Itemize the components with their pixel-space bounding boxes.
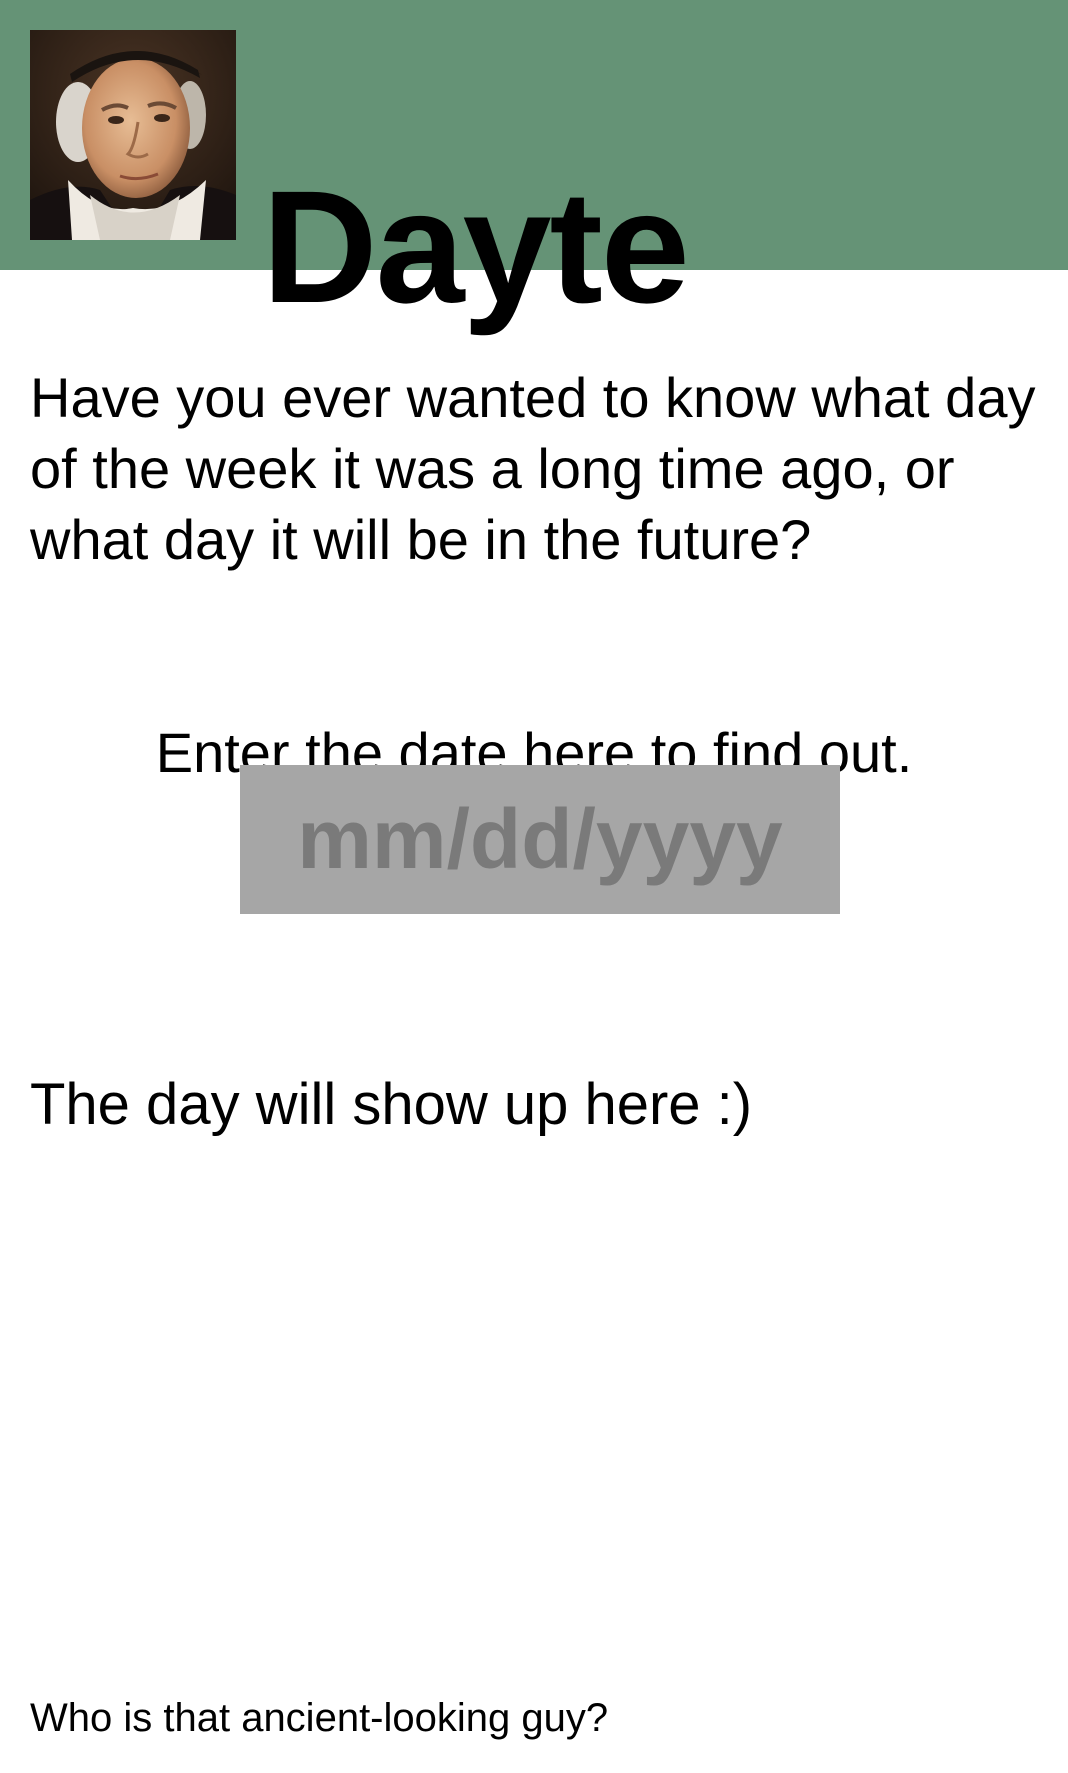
app-page: Dayte Have you ever wanted to know what … <box>0 0 1068 1773</box>
portrait-info-link[interactable]: Who is that ancient-looking guy? <box>30 1693 608 1743</box>
date-input[interactable] <box>240 765 840 914</box>
intro-text: Have you ever wanted to know what day of… <box>30 366 1036 571</box>
portrait-photo-icon <box>30 30 236 240</box>
app-header: Dayte <box>0 0 1068 336</box>
portrait-image <box>30 30 236 240</box>
day-result-text: The day will show up here :) <box>30 1072 753 1137</box>
app-title: Dayte <box>262 157 690 337</box>
